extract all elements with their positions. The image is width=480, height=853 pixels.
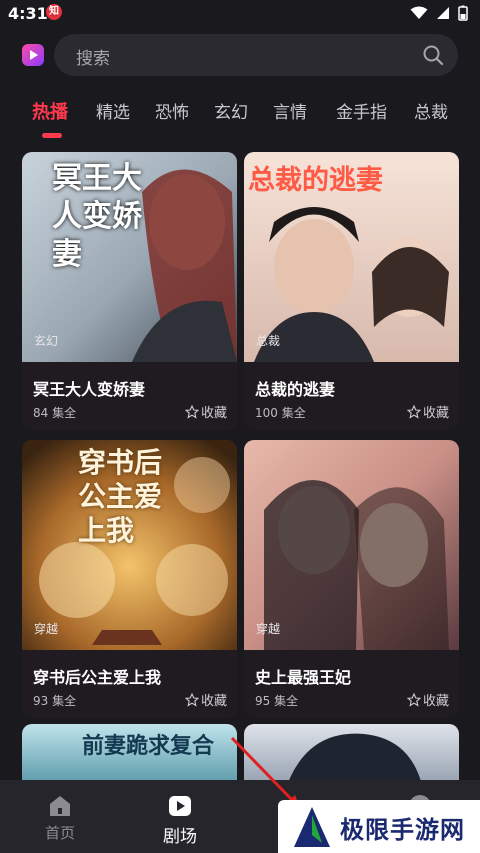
watermark-text: 极限手游网 (340, 816, 465, 844)
nav-home-label: 首页 (44, 824, 75, 842)
star-icon (406, 692, 421, 707)
genre-tag: 穿越 (34, 622, 59, 636)
tab-ceo[interactable]: 总裁 (414, 98, 448, 123)
card-info: 冥王大人变娇妻 84 集全 收藏 (22, 362, 237, 430)
play-icon (169, 796, 191, 816)
nav-theater[interactable]: 剧场 (130, 780, 230, 853)
cover-image (244, 440, 459, 650)
episode-count: 93 集全 (33, 694, 77, 708)
cover-title-text: 前妻跪求复合 (82, 734, 215, 759)
tab-romance[interactable]: 言情 (273, 98, 307, 123)
wifi-icon (410, 6, 428, 19)
drama-title: 史上最强王妃 (255, 668, 352, 687)
star-icon (184, 692, 199, 707)
search-bar[interactable]: 搜索 (54, 34, 458, 76)
drama-card[interactable]: 总裁的逃妻 总裁 总裁的逃妻 100 集全 收藏 (244, 152, 459, 430)
favorite-button[interactable]: 收藏 (184, 690, 227, 709)
signal-icon (437, 7, 449, 19)
episode-count: 95 集全 (255, 694, 299, 708)
star-icon (184, 404, 199, 419)
favorite-button[interactable]: 收藏 (406, 690, 449, 709)
battery-icon (458, 5, 468, 21)
search-input[interactable]: 搜索 (76, 44, 110, 69)
cover-title-text: 冥王大人变娇妻 (52, 161, 142, 272)
cover-title-text: 穿书后公主爱上我 (78, 446, 163, 547)
episode-count: 100 集全 (255, 406, 306, 420)
tab-featured[interactable]: 精选 (96, 98, 130, 123)
drama-card[interactable]: 穿越 史上最强王妃 95 集全 收藏 (244, 440, 459, 718)
notification-badge-icon: 知 (46, 4, 62, 20)
drama-title: 冥王大人变娇妻 (33, 380, 146, 399)
system-icons (410, 5, 468, 21)
genre-tag: 穿越 (256, 622, 281, 636)
tab-golden-finger[interactable]: 金手指 (336, 98, 387, 123)
card-info: 穿书后公主爱上我 93 集全 收藏 (22, 650, 237, 718)
card-info: 总裁的逃妻 100 集全 收藏 (244, 362, 459, 430)
drama-card[interactable]: 穿书后公主爱上我 穿越 穿书后公主爱上我 93 集全 收藏 (22, 440, 237, 718)
genre-tag: 玄幻 (34, 334, 59, 348)
favorite-button[interactable]: 收藏 (406, 402, 449, 421)
category-tabs: 热播 精选 恐怖 玄幻 言情 金手指 总裁 (0, 98, 480, 138)
favorite-label: 收藏 (422, 406, 449, 421)
episode-count: 84 集全 (33, 406, 77, 420)
nav-theater-label: 剧场 (163, 827, 197, 847)
watermark-logo-icon (294, 807, 330, 847)
home-icon (50, 796, 70, 816)
card-info: 史上最强王妃 95 集全 收藏 (244, 650, 459, 718)
status-bar: 4:31 知 (0, 0, 480, 28)
status-time: 4:31 (8, 4, 48, 23)
active-tab-indicator (42, 133, 62, 138)
favorite-button[interactable]: 收藏 (184, 402, 227, 421)
drama-title: 穿书后公主爱上我 (33, 668, 162, 687)
favorite-label: 收藏 (200, 694, 227, 709)
tab-fantasy[interactable]: 玄幻 (214, 98, 248, 123)
tab-horror[interactable]: 恐怖 (155, 98, 189, 123)
drama-title: 总裁的逃妻 (255, 380, 336, 399)
drama-card[interactable]: 冥王大人变娇妻 玄幻 冥王大人变娇妻 84 集全 收藏 (22, 152, 237, 430)
tab-hot[interactable]: 热播 (32, 98, 68, 124)
search-icon[interactable] (422, 44, 444, 66)
favorite-label: 收藏 (200, 406, 227, 421)
star-icon (406, 404, 421, 419)
cover-title-text: 总裁的逃妻 (248, 165, 383, 196)
watermark: 极限手游网 (278, 800, 480, 853)
app-logo-icon (22, 44, 44, 66)
nav-home[interactable]: 首页 (10, 780, 110, 853)
favorite-label: 收藏 (422, 694, 449, 709)
genre-tag: 总裁 (256, 334, 281, 348)
